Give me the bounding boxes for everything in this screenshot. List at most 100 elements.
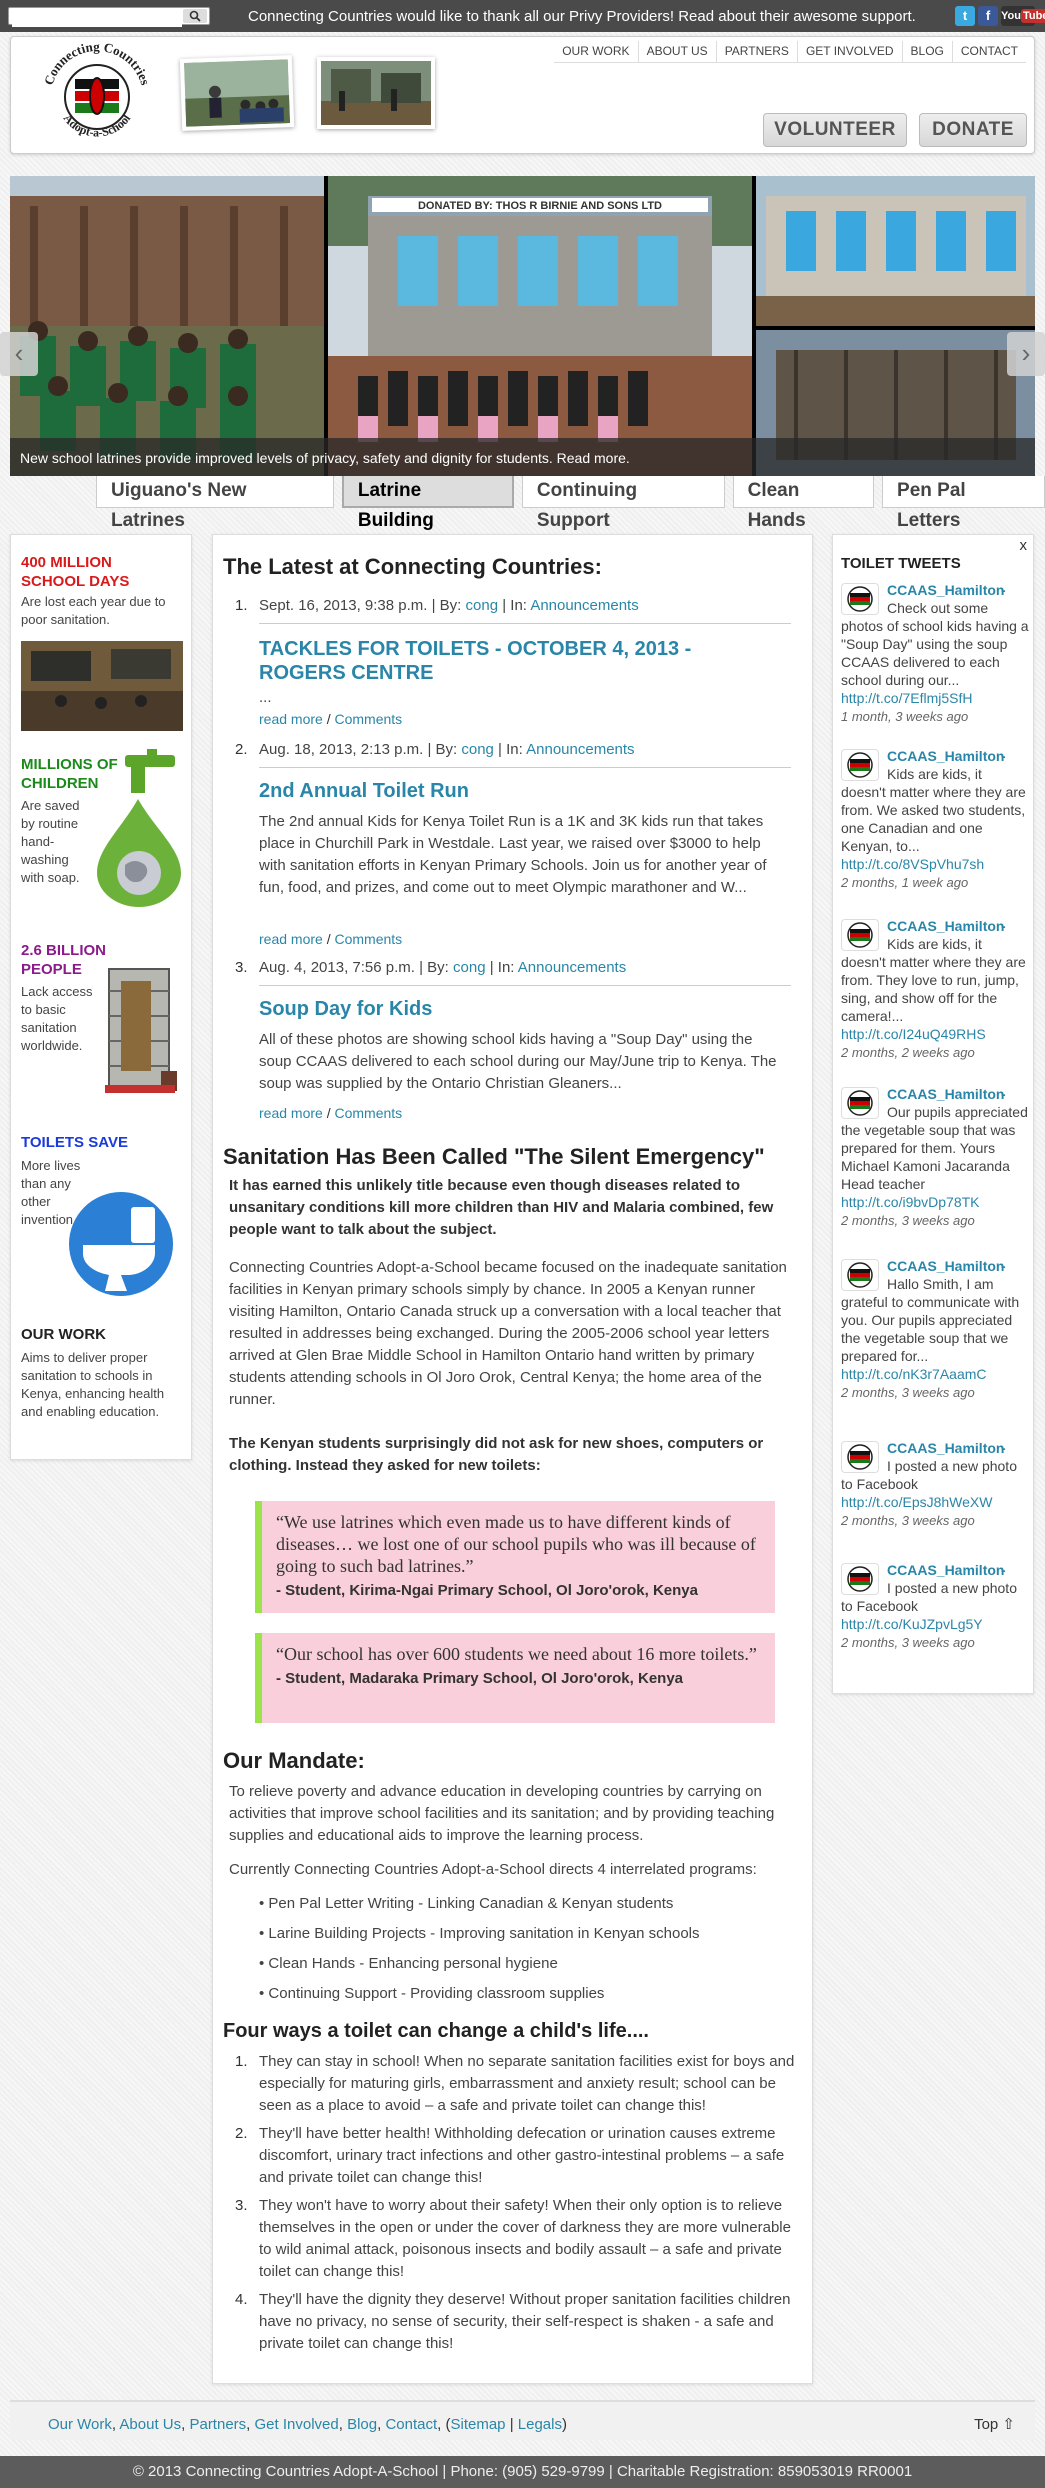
- footer-about-us[interactable]: About Us: [119, 2416, 181, 2433]
- post-1-title[interactable]: TACKLES FOR TOILETS - OCTOBER 4, 2013 - …: [259, 637, 759, 685]
- footer-sitemap[interactable]: Sitemap: [451, 2416, 506, 2433]
- chevron-left-icon: ‹: [14, 338, 24, 368]
- program-item: • Larine Building Projects - Improving s…: [259, 1925, 700, 1942]
- tab-uiguanos-new-latrines[interactable]: Uiguano's New Latrines: [96, 476, 334, 531]
- close-icon[interactable]: x: [1020, 535, 1028, 557]
- way-4-number: 4.: [235, 2291, 248, 2308]
- youtube-icon[interactable]: YouTube: [1001, 6, 1045, 26]
- footer-links: Our Work, About Us, Partners, Get Involv…: [10, 2400, 1035, 2440]
- tweet-user-dash: -: [1001, 748, 1006, 764]
- tweet-user-link[interactable]: CCAAS_Hamilton: [887, 1257, 1004, 1275]
- tweet-time: 1 month, 3 weeks ago: [841, 709, 969, 724]
- slider-prev-button[interactable]: ‹: [0, 332, 38, 376]
- our-work-title: OUR WORK: [21, 1326, 106, 1343]
- post-3-category-link[interactable]: Announcements: [518, 959, 626, 976]
- tweet-user-link[interactable]: CCAAS_Hamilton: [887, 1561, 1004, 1579]
- tweet-user-dash: -: [1001, 582, 1006, 598]
- silent-emergency-intro: It has earned this unlikely title becaus…: [229, 1177, 774, 1238]
- post-2-links: read more / Comments: [259, 931, 403, 947]
- post-2-meta-sep: | In:: [493, 741, 527, 758]
- post-1-category-link[interactable]: Announcements: [530, 597, 638, 614]
- quote-1-text: “We use latrines which even made us to h…: [276, 1512, 756, 1576]
- logo-emblem: Connecting Countries Adopt-a-School: [41, 39, 153, 140]
- latest-heading: The Latest at Connecting Countries:: [223, 554, 602, 579]
- tab-latrine-building[interactable]: Latrine Building: [341, 476, 514, 531]
- tweet-time: 2 months, 3 weeks ago: [841, 1635, 975, 1650]
- tweet-user-link[interactable]: CCAAS_Hamilton: [887, 1085, 1004, 1103]
- footer-blog[interactable]: Blog: [347, 2416, 377, 2433]
- nav-about-us[interactable]: ABOUT US: [639, 41, 717, 63]
- pit-latrine-icon: [105, 968, 177, 1093]
- search-box[interactable]: [8, 7, 210, 27]
- tweet-body: I posted a new photo to Facebook http://t…: [841, 1579, 1029, 1652]
- post-2-comments[interactable]: Comments: [334, 931, 402, 947]
- post-3-comments[interactable]: Comments: [334, 1105, 402, 1121]
- fact-school-days-text: Are lost each year due to poor sanitatio…: [21, 594, 166, 627]
- slider-caption[interactable]: New school latrines provide improved lev…: [10, 438, 1035, 476]
- quote-2-source: - Student, Madaraka Primary School, Ol J…: [276, 1670, 684, 1687]
- nav-get-involved[interactable]: GET INVOLVED: [798, 41, 903, 63]
- way-1-text: They can stay in school! When no separat…: [259, 2053, 795, 2114]
- tweet-text: Check out some photos of school kids hav…: [841, 600, 1029, 688]
- post-2-title[interactable]: 2nd Annual Toilet Run: [259, 779, 759, 803]
- facebook-icon[interactable]: f: [978, 6, 998, 26]
- tweet-user-link[interactable]: CCAAS_Hamilton: [887, 1439, 1004, 1457]
- tweet-link[interactable]: http://t.co/i9bvDp78TK: [841, 1194, 980, 1210]
- post-3-read-more[interactable]: read more: [259, 1105, 323, 1121]
- post-2-date: Aug. 18, 2013, 2:13 p.m. | By:: [259, 741, 462, 758]
- post-1-links: read more / Comments: [259, 711, 403, 727]
- donate-button[interactable]: DONATE: [919, 113, 1027, 147]
- post-1-meta: Sept. 16, 2013, 9:38 p.m. | By: cong | I…: [259, 595, 791, 624]
- post-3-author-link[interactable]: cong: [453, 959, 486, 976]
- footer-our-work[interactable]: Our Work: [48, 2416, 112, 2433]
- tweet-user-link[interactable]: CCAAS_Hamilton: [887, 747, 1004, 765]
- program-item: • Pen Pal Letter Writing - Linking Canad…: [259, 1895, 674, 1912]
- tweet-link[interactable]: http://t.co/nK3r7AaamC: [841, 1366, 987, 1382]
- nav-partners[interactable]: PARTNERS: [717, 41, 798, 63]
- footer-legals[interactable]: Legals: [518, 2416, 562, 2433]
- tab-pen-pal-letters[interactable]: Pen Pal Letters: [882, 476, 1045, 531]
- tweet-user-link[interactable]: CCAAS_Hamilton: [887, 917, 1004, 935]
- site-logo[interactable]: Connecting Countries Adopt-a-School: [37, 39, 157, 149]
- nav-our-work[interactable]: OUR WORK: [554, 41, 639, 63]
- post-2-category-link[interactable]: Announcements: [526, 741, 634, 758]
- post-2-author-link[interactable]: cong: [461, 741, 494, 758]
- post-3-title[interactable]: Soup Day for Kids: [259, 997, 759, 1021]
- way-1-number: 1.: [235, 2053, 248, 2070]
- footer-contact[interactable]: Contact: [385, 2416, 437, 2433]
- tweet-body: Check out some photos of school kids hav…: [841, 599, 1029, 726]
- slider-next-button[interactable]: ›: [1007, 332, 1045, 376]
- tweet-link[interactable]: http://t.co/I24uQ49RHS: [841, 1026, 986, 1042]
- tab-clean-hands[interactable]: Clean Hands: [732, 476, 875, 531]
- post-1-comments[interactable]: Comments: [334, 711, 402, 727]
- tweet-time: 2 months, 3 weeks ago: [841, 1385, 975, 1400]
- footer-get-involved[interactable]: Get Involved: [255, 2416, 339, 2433]
- tweet-link[interactable]: http://t.co/KuJZpvLg5Y: [841, 1616, 983, 1632]
- post-1-read-more[interactable]: read more: [259, 711, 323, 727]
- tab-continuing-support[interactable]: Continuing Support: [521, 476, 725, 531]
- post-2-read-more[interactable]: read more: [259, 931, 323, 947]
- nav-contact[interactable]: CONTACT: [953, 41, 1026, 62]
- tweet-link[interactable]: http://t.co/EpsJ8hWeXW: [841, 1494, 992, 1510]
- tweet-link[interactable]: http://t.co/8VSpVhu7sh: [841, 856, 984, 872]
- footer-partners[interactable]: Partners: [189, 2416, 246, 2433]
- back-to-top-link[interactable]: Top ⇧: [974, 2414, 1015, 2436]
- thanks-message[interactable]: Connecting Countries would like to thank…: [248, 6, 916, 28]
- classroom-photo: [21, 641, 183, 731]
- search-button[interactable]: [183, 9, 207, 23]
- post-1-date: Sept. 16, 2013, 9:38 p.m. | By:: [259, 597, 466, 614]
- post-2-meta: Aug. 18, 2013, 2:13 p.m. | By: cong | In…: [259, 739, 791, 768]
- tweet-text: Hallo Smith, I am grateful to communicat…: [841, 1276, 1020, 1364]
- nav-blog[interactable]: BLOG: [903, 41, 953, 63]
- search-input[interactable]: [12, 13, 182, 27]
- tweet-text: Kids are kids, it doesn't matter where t…: [841, 936, 1026, 1024]
- post-1-author-link[interactable]: cong: [466, 597, 499, 614]
- volunteer-button[interactable]: VOLUNTEER: [763, 113, 907, 147]
- site-header: Connecting Countries Adopt-a-School OUR …: [10, 36, 1035, 154]
- toilet-icon: [69, 1192, 173, 1296]
- tweet-link[interactable]: http://t.co/7Eflmj5SfH: [841, 690, 973, 706]
- youtube-icon-tube: Tube: [1020, 9, 1045, 23]
- post-1-excerpt: ...: [259, 689, 272, 706]
- tweet-user-link[interactable]: CCAAS_Hamilton: [887, 581, 1004, 599]
- twitter-icon[interactable]: t: [955, 6, 975, 26]
